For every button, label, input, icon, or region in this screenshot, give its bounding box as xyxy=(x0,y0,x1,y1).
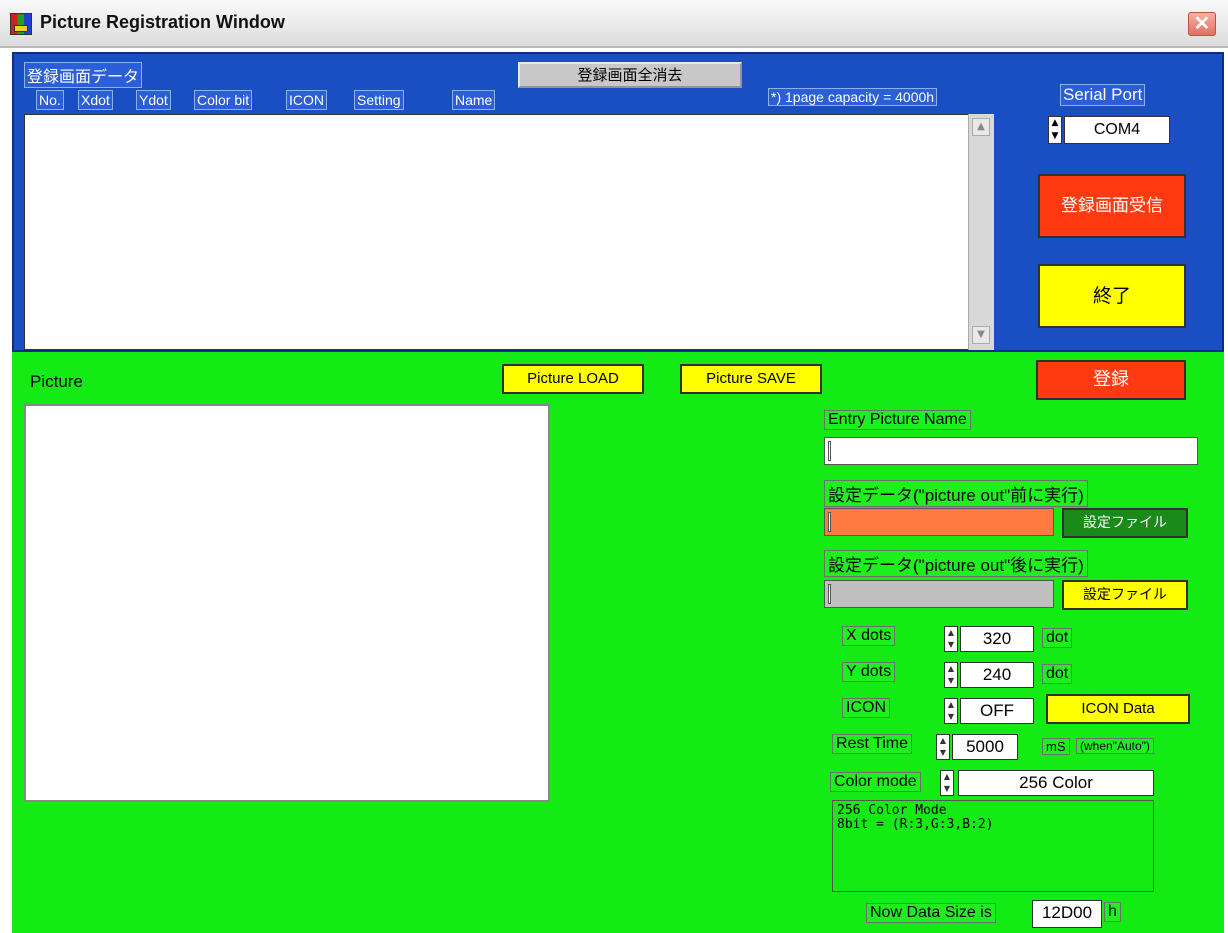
column-header-no[interactable]: No. xyxy=(36,90,64,110)
close-button[interactable]: ✕ xyxy=(1188,12,1216,36)
column-header-setting[interactable]: Setting xyxy=(354,90,404,110)
color-mode-label: Color mode xyxy=(830,772,921,792)
color-mode-spinner-icon[interactable]: ▲ ▼ xyxy=(940,770,954,796)
exit-button[interactable]: 終了 xyxy=(1038,264,1186,328)
color-mode-field[interactable]: 256 Color xyxy=(958,770,1154,796)
picture-preview xyxy=(24,404,550,802)
column-header-name[interactable]: Name xyxy=(452,90,496,110)
picture-load-button[interactable]: Picture LOAD xyxy=(502,364,644,394)
y-dots-field[interactable]: 240 xyxy=(960,662,1034,688)
icon-spinner-icon[interactable]: ▲ ▼ xyxy=(944,698,958,724)
entry-picture-name-label: Entry Picture Name xyxy=(824,410,971,430)
icon-label: ICON xyxy=(842,698,890,718)
x-dots-label: X dots xyxy=(842,626,896,646)
y-dots-spinner-icon[interactable]: ▲ ▼ xyxy=(944,662,958,688)
color-mode-description: 256 Color Mode 8bit = (R:3,G:3,B:2) xyxy=(832,800,1154,892)
pre-setting-input[interactable] xyxy=(824,508,1054,536)
y-dots-label: Y dots xyxy=(842,662,896,682)
pre-setting-label: 設定データ("picture out"前に実行) xyxy=(824,480,1088,507)
serial-port-label: Serial Port xyxy=(1060,84,1146,106)
entry-picture-name-input[interactable] xyxy=(824,437,1198,465)
com-port-spinner-icon[interactable]: ▲ ▼ xyxy=(1048,116,1062,144)
window-title: Picture Registration Window xyxy=(40,12,285,32)
app-icon xyxy=(10,13,32,35)
rest-time-label: Rest Time xyxy=(832,734,913,754)
scroll-up-icon[interactable]: ▲ xyxy=(972,118,990,136)
column-header-xdot[interactable]: Xdot xyxy=(78,90,113,110)
column-header-icon[interactable]: ICON xyxy=(286,90,327,110)
icon-data-button[interactable]: ICON Data xyxy=(1046,694,1190,724)
data-size-field: 12D00 xyxy=(1032,900,1102,928)
picture-save-button[interactable]: Picture SAVE xyxy=(680,364,822,394)
x-dots-field[interactable]: 320 xyxy=(960,626,1034,652)
x-dots-spinner-icon[interactable]: ▲ ▼ xyxy=(944,626,958,652)
column-header-ydot[interactable]: Ydot xyxy=(136,90,171,110)
rest-time-field[interactable]: 5000 xyxy=(952,734,1018,760)
column-header-color-bit[interactable]: Color bit xyxy=(194,90,253,110)
registered-data-label: 登録画面データ xyxy=(24,62,143,88)
delete-all-button[interactable]: 登録画面全消去 xyxy=(518,62,742,88)
post-setting-file-button[interactable]: 設定ファイル xyxy=(1062,580,1188,610)
data-size-unit: h xyxy=(1104,902,1121,922)
list-scrollbar[interactable]: ▲ ▼ xyxy=(968,114,994,350)
capacity-note: *) 1page capacity = 4000h xyxy=(768,88,938,106)
rest-time-spinner-icon[interactable]: ▲ ▼ xyxy=(936,734,950,760)
com-port-field[interactable]: COM4 xyxy=(1064,116,1170,144)
icon-field[interactable]: OFF xyxy=(960,698,1034,724)
rest-time-unit: mS xyxy=(1042,738,1070,755)
when-auto-note: (when"Auto") xyxy=(1076,738,1154,754)
post-setting-label: 設定データ("picture out"後に実行) xyxy=(824,550,1088,577)
registered-pictures-list[interactable] xyxy=(24,114,994,350)
x-dots-unit: dot xyxy=(1042,628,1073,648)
register-button[interactable]: 登録 xyxy=(1036,360,1186,400)
y-dots-unit: dot xyxy=(1042,664,1073,684)
pre-setting-file-button[interactable]: 設定ファイル xyxy=(1062,508,1188,538)
post-setting-input[interactable] xyxy=(824,580,1054,608)
scroll-down-icon[interactable]: ▼ xyxy=(972,326,990,344)
receive-registered-button[interactable]: 登録画面受信 xyxy=(1038,174,1186,238)
data-size-label: Now Data Size is xyxy=(866,903,996,923)
picture-label: Picture xyxy=(30,372,83,391)
